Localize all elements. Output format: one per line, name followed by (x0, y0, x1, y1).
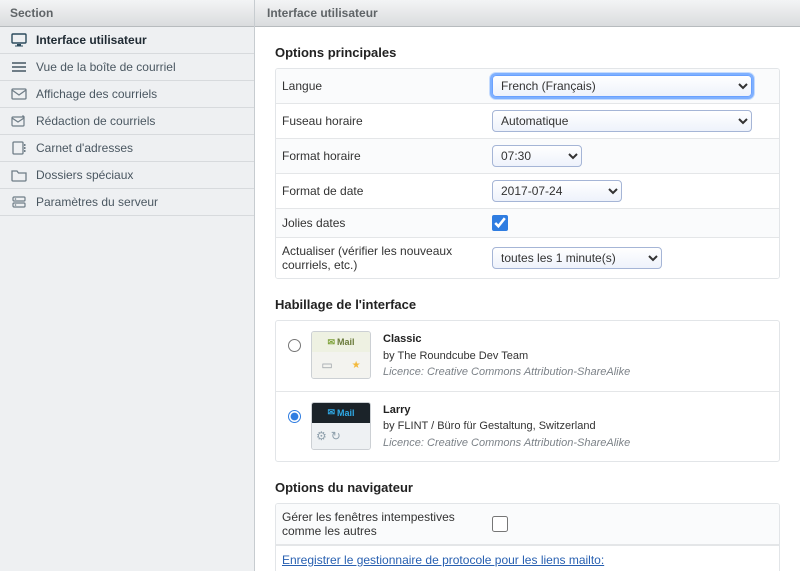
label-dateformat: Format de date (282, 184, 492, 198)
folder-icon (10, 168, 28, 182)
sidebar-item-label: Affichage des courriels (36, 87, 157, 101)
sidebar-item-label: Dossiers spéciaux (36, 168, 133, 182)
main-panel: Interface utilisateur Options principale… (255, 0, 800, 571)
skin-author: by FLINT / Büro für Gestaltung, Switzerl… (383, 418, 630, 435)
mail-icon (10, 87, 28, 101)
sidebar-item-label: Carnet d'adresses (36, 141, 133, 155)
sidebar-list: Interface utilisateur Vue de la boîte de… (0, 27, 254, 216)
field-timezone: Fuseau horaire Automatique (276, 104, 779, 139)
list-icon (10, 60, 28, 74)
select-timeformat[interactable]: 07:30 (492, 145, 582, 167)
mail-compose-icon (10, 114, 28, 128)
skin-author: by The Roundcube Dev Team (383, 348, 630, 365)
checkbox-prettydates[interactable] (492, 215, 508, 231)
group-browser: Gérer les fenêtres intempestives comme l… (275, 503, 780, 571)
sidebar-title: Section (0, 0, 254, 27)
radio-skin-larry[interactable] (288, 410, 301, 423)
skin-item-classic[interactable]: ✉Mail ▭★ Classic by The Roundcube Dev Te… (276, 321, 779, 392)
sidebar-item-label: Interface utilisateur (36, 33, 147, 47)
field-language: Langue French (Français) (276, 69, 779, 104)
sidebar-item-label: Rédaction de courriels (36, 114, 155, 128)
skin-meta: Larry by FLINT / Büro für Gestaltung, Sw… (383, 402, 630, 452)
skin-name: Classic (383, 331, 630, 348)
section-title-principal: Options principales (275, 45, 780, 60)
sidebar-item-interface[interactable]: Interface utilisateur (0, 27, 254, 54)
window-icon: ▭ (321, 358, 332, 372)
main-title: Interface utilisateur (255, 0, 800, 27)
monitor-icon (10, 33, 28, 47)
group-skins: ✉Mail ▭★ Classic by The Roundcube Dev Te… (275, 320, 780, 462)
skin-thumb-classic: ✉Mail ▭★ (311, 331, 371, 379)
skin-license: Licence: Creative Commons Attribution-Sh… (383, 364, 630, 381)
field-prettydates: Jolies dates (276, 209, 779, 238)
field-timeformat: Format horaire 07:30 (276, 139, 779, 174)
sidebar-item-addressbook[interactable]: Carnet d'adresses (0, 135, 254, 162)
group-principal: Langue French (Français) Fuseau horaire … (275, 68, 780, 279)
skin-meta: Classic by The Roundcube Dev Team Licenc… (383, 331, 630, 381)
link-register-mailto[interactable]: Enregistrer le gestionnaire de protocole… (282, 553, 604, 567)
field-refresh: Actualiser (vérifier les nouveaux courri… (276, 238, 779, 278)
app-root: Section Interface utilisateur Vue de la … (0, 0, 800, 571)
label-popup: Gérer les fenêtres intempestives comme l… (282, 510, 492, 538)
skin-item-larry[interactable]: ✉Mail ⚙↻ Larry by FLINT / Büro für Gesta… (276, 392, 779, 462)
select-language[interactable]: French (Français) (492, 75, 752, 97)
label-timezone: Fuseau horaire (282, 114, 492, 128)
checkbox-popup[interactable] (492, 516, 508, 532)
server-icon (10, 195, 28, 209)
skin-name: Larry (383, 402, 630, 419)
select-dateformat[interactable]: 2017-07-24 (492, 180, 622, 202)
select-timezone[interactable]: Automatique (492, 110, 752, 132)
row-mailto: Enregistrer le gestionnaire de protocole… (276, 545, 779, 571)
sidebar-item-label: Vue de la boîte de courriel (36, 60, 176, 74)
content-scroll[interactable]: Options principales Langue French (Franç… (255, 27, 800, 571)
label-language: Langue (282, 79, 492, 93)
skin-license: Licence: Creative Commons Attribution-Sh… (383, 435, 630, 452)
field-dateformat: Format de date 2017-07-24 (276, 174, 779, 209)
label-prettydates: Jolies dates (282, 216, 492, 230)
field-popup: Gérer les fenêtres intempestives comme l… (276, 504, 779, 545)
sidebar-item-folders[interactable]: Dossiers spéciaux (0, 162, 254, 189)
sidebar-item-server[interactable]: Paramètres du serveur (0, 189, 254, 216)
radio-skin-classic[interactable] (288, 339, 301, 352)
sidebar-item-mailbox-view[interactable]: Vue de la boîte de courriel (0, 54, 254, 81)
envelope-icon: ✉ (327, 337, 335, 348)
label-refresh: Actualiser (vérifier les nouveaux courri… (282, 244, 492, 272)
label-timeformat: Format horaire (282, 149, 492, 163)
section-title-browser: Options du navigateur (275, 480, 780, 495)
sidebar-item-compose[interactable]: Rédaction de courriels (0, 108, 254, 135)
sidebar: Section Interface utilisateur Vue de la … (0, 0, 255, 571)
sidebar-item-label: Paramètres du serveur (36, 195, 158, 209)
section-title-skin: Habillage de l'interface (275, 297, 780, 312)
sidebar-item-mail-display[interactable]: Affichage des courriels (0, 81, 254, 108)
star-icon: ★ (352, 360, 361, 371)
skin-thumb-larry: ✉Mail ⚙↻ (311, 402, 371, 450)
gear-icon: ⚙ (316, 429, 327, 443)
refresh-icon: ↻ (331, 429, 341, 443)
envelope-icon: ✉ (327, 407, 335, 418)
select-refresh[interactable]: toutes les 1 minute(s) (492, 247, 662, 269)
book-icon (10, 141, 28, 155)
